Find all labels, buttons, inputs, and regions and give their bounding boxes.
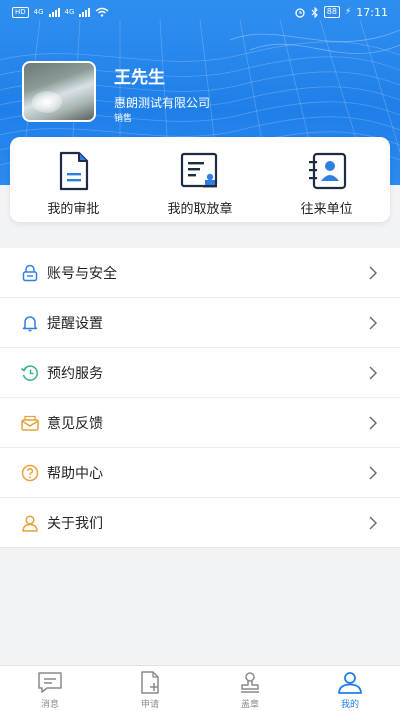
chevron-right-icon [369, 416, 377, 429]
tab-label: 申请 [140, 700, 159, 710]
quick-action-contacts[interactable]: 往来单位 [263, 137, 390, 222]
chevron-right-icon [369, 266, 377, 279]
quick-action-label: 我的审批 [47, 202, 100, 217]
message-icon [38, 672, 62, 693]
charging-icon: ⚡ [344, 7, 352, 17]
user-name: 王先生 [114, 68, 165, 88]
tab-mine[interactable]: 我的 [300, 666, 400, 711]
company-name: 惠朗测试有限公司 [114, 96, 211, 110]
alarm-icon [295, 7, 305, 18]
quick-action-my-seal[interactable]: 我的取放章 [137, 137, 264, 222]
tab-label: 消息 [40, 700, 59, 710]
menu-item-help-center[interactable]: 帮助中心 [0, 448, 400, 498]
help-icon [20, 463, 40, 483]
menu-item-label: 关于我们 [47, 515, 103, 532]
menu-item-label: 帮助中心 [47, 465, 103, 482]
clock-time: 17:11 [356, 5, 388, 19]
stamp-icon [241, 672, 259, 693]
quick-action-my-approval[interactable]: 我的审批 [10, 137, 137, 222]
clock-history-icon [20, 363, 40, 383]
hd-badge: HD [12, 6, 29, 18]
menu-item-label: 预约服务 [47, 365, 103, 382]
quick-action-label: 我的取放章 [167, 202, 233, 217]
quick-action-label: 往来单位 [300, 202, 353, 217]
signal-1-label: 4G [33, 8, 44, 16]
signal-2-label: 4G [64, 8, 75, 16]
lock-icon [20, 263, 40, 283]
apply-doc-icon [141, 671, 159, 694]
tab-apply[interactable]: 申请 [100, 666, 200, 711]
menu-item-account-security[interactable]: 账号与安全 [0, 248, 400, 298]
battery-indicator: 88 [323, 6, 340, 18]
bluetooth-icon [311, 6, 318, 18]
tab-messages[interactable]: 消息 [0, 666, 100, 711]
bell-icon [20, 313, 40, 333]
menu-item-label: 意见反馈 [47, 415, 103, 432]
tab-label: 我的 [340, 700, 359, 710]
wifi-icon [95, 7, 109, 17]
chevron-right-icon [369, 366, 377, 379]
menu-item-about-us[interactable]: 关于我们 [0, 498, 400, 548]
menu-item-reminder-settings[interactable]: 提醒设置 [0, 298, 400, 348]
avatar[interactable] [22, 61, 96, 122]
user-role: 销售 [114, 114, 133, 124]
mail-feedback-icon [20, 413, 40, 433]
chevron-right-icon [369, 466, 377, 479]
signal-bars-icon [79, 7, 91, 17]
menu-item-feedback[interactable]: 意见反馈 [0, 398, 400, 448]
tab-stamp[interactable]: 盖章 [200, 666, 300, 711]
menu-item-label: 提醒设置 [47, 315, 103, 332]
signal-bars-icon [48, 7, 60, 17]
chevron-right-icon [369, 516, 377, 529]
person-icon [20, 513, 40, 533]
status-bar: HD 4G 4G 88 ⚡ 17:11 [0, 0, 400, 24]
bottom-tab-bar: 消息 申请 盖章 我的 [0, 665, 400, 711]
contact-card-icon [308, 152, 346, 190]
menu-item-label: 账号与安全 [47, 265, 117, 282]
menu-item-appointment-service[interactable]: 预约服务 [0, 348, 400, 398]
settings-menu: 账号与安全 提醒设置 预约服务 意见反馈 帮助中心 关于我们 [0, 248, 400, 548]
approval-doc-icon [60, 151, 89, 191]
user-icon [338, 672, 362, 694]
seal-doc-icon [180, 152, 218, 188]
profile-section: 王先生 惠朗测试有限公司 销售 [22, 61, 382, 124]
chevron-right-icon [369, 316, 377, 329]
tab-label: 盖章 [240, 700, 259, 710]
quick-actions-card: 我的审批 我的取放章 往来单位 [10, 137, 390, 222]
